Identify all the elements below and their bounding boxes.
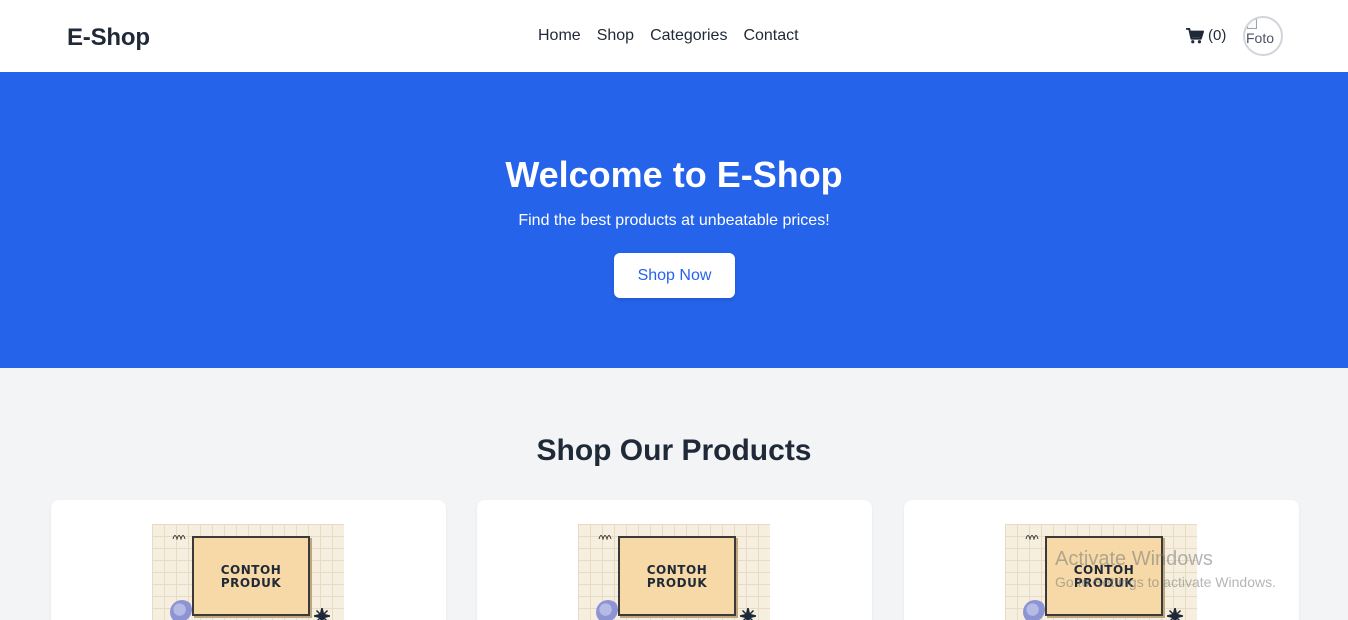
nav-link-shop[interactable]: Shop — [597, 27, 634, 45]
star-icon — [740, 608, 756, 620]
product-image-frame: CONTOH PRODUK — [618, 536, 736, 616]
star-icon — [1167, 608, 1183, 620]
product-image-label: CONTOH PRODUK — [646, 563, 708, 590]
hero-banner: Welcome to E-Shop Find the best products… — [0, 72, 1348, 368]
hero-subtitle: Find the best products at unbeatable pri… — [518, 212, 830, 229]
star-icon — [314, 608, 330, 620]
nav-link-home[interactable]: Home — [538, 27, 581, 45]
user-avatar[interactable]: Foto — [1243, 16, 1283, 56]
squiggle-icon — [1025, 535, 1039, 540]
shop-now-button[interactable]: Shop Now — [614, 253, 735, 298]
cart-count: (0) — [1208, 27, 1227, 44]
hero-title: Welcome to E-Shop — [505, 154, 843, 195]
squiggle-icon — [598, 535, 612, 540]
product-image-frame: CONTOH PRODUK — [192, 536, 310, 616]
product-image-label: CONTOH PRODUK — [220, 563, 282, 590]
products-section-title: Shop Our Products — [536, 434, 812, 467]
product-card[interactable]: CONTOH PRODUK — [51, 500, 446, 620]
main-nav: Home Shop Categories Contact — [538, 27, 799, 45]
nav-link-categories[interactable]: Categories — [650, 27, 727, 45]
product-card[interactable]: CONTOH PRODUK — [477, 500, 872, 620]
flower-decoration — [596, 600, 620, 620]
nav-link-contact[interactable]: Contact — [743, 27, 798, 45]
cart-button[interactable]: (0) — [1186, 27, 1226, 44]
avatar-alt-text: Foto — [1246, 30, 1275, 46]
shopping-cart-icon — [1186, 27, 1204, 44]
navbar: E-Shop Home Shop Categories Contact (0) … — [0, 0, 1348, 72]
squiggle-icon — [172, 535, 186, 540]
product-image-frame: CONTOH PRODUK — [1045, 536, 1163, 616]
product-image[interactable]: CONTOH PRODUK — [1005, 524, 1197, 620]
flower-decoration — [170, 600, 194, 620]
product-image[interactable]: CONTOH PRODUK — [578, 524, 770, 620]
broken-image-icon — [1247, 19, 1257, 29]
product-image[interactable]: CONTOH PRODUK — [152, 524, 344, 620]
product-image-label: CONTOH PRODUK — [1073, 563, 1135, 590]
brand-logo[interactable]: E-Shop — [67, 24, 150, 52]
flower-decoration — [1023, 600, 1047, 620]
product-card[interactable]: CONTOH PRODUK — [904, 500, 1299, 620]
